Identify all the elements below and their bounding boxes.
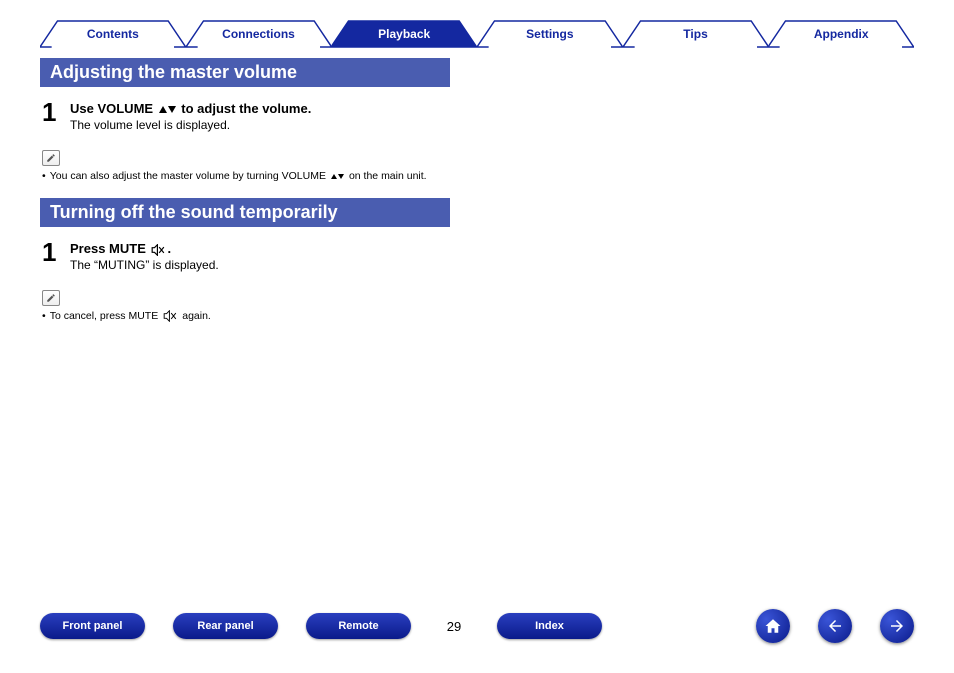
step-description: The “MUTING” is displayed. <box>70 258 219 272</box>
remote-button[interactable]: Remote <box>306 613 411 639</box>
tab-contents[interactable]: Contents <box>40 20 186 48</box>
tab-label: Contents <box>87 27 139 41</box>
tab-label: Connections <box>222 27 295 41</box>
step-title: Use VOLUME to adjust the volume. <box>70 101 311 116</box>
step-number: 1 <box>42 99 60 132</box>
note-post: again. <box>182 310 211 322</box>
step-title: Press MUTE . <box>70 241 219 256</box>
tab-playback[interactable]: Playback <box>331 20 477 48</box>
section-heading-volume: Adjusting the master volume <box>40 58 450 87</box>
note-pre: To cancel, press MUTE <box>42 310 158 322</box>
tab-label: Playback <box>378 27 430 41</box>
note-line-mute: To cancel, press MUTE again. <box>42 310 914 322</box>
step-description: The volume level is displayed. <box>70 118 311 132</box>
volume-up-down-icon <box>331 174 344 179</box>
tab-connections[interactable]: Connections <box>186 20 332 48</box>
step-title-post: to adjust the volume. <box>178 101 312 116</box>
step-title-pre: Use VOLUME <box>70 101 157 116</box>
pencil-note-icon <box>42 150 60 166</box>
tab-label: Appendix <box>814 27 869 41</box>
home-button[interactable] <box>756 609 790 643</box>
mute-icon <box>163 310 177 322</box>
note-pre: You can also adjust the master volume by… <box>42 170 326 182</box>
next-page-button[interactable] <box>880 609 914 643</box>
section-heading-mute: Turning off the sound temporarily <box>40 198 450 227</box>
footer-bar: Front panel Rear panel Remote 29 Index <box>0 609 954 643</box>
note-post: on the main unit. <box>349 170 427 182</box>
pencil-note-icon <box>42 290 60 306</box>
tab-tips[interactable]: Tips <box>623 20 769 48</box>
page-number: 29 <box>439 619 469 634</box>
step-title-post: . <box>167 241 171 256</box>
top-tabs: Contents Connections Playback Settings T… <box>40 20 914 48</box>
prev-page-button[interactable] <box>818 609 852 643</box>
tab-settings[interactable]: Settings <box>477 20 623 48</box>
volume-up-down-icon <box>159 106 176 113</box>
step-1-volume: 1 Use VOLUME to adjust the volume. The v… <box>42 99 914 132</box>
step-1-mute: 1 Press MUTE . The “MUTING” is displayed… <box>42 239 914 272</box>
index-button[interactable]: Index <box>497 613 602 639</box>
note-line-volume: You can also adjust the master volume by… <box>42 170 914 182</box>
step-title-pre: Press MUTE <box>70 241 149 256</box>
tab-label: Settings <box>526 27 573 41</box>
front-panel-button[interactable]: Front panel <box>40 613 145 639</box>
mute-icon <box>151 244 165 256</box>
tab-appendix[interactable]: Appendix <box>768 20 914 48</box>
step-number: 1 <box>42 239 60 272</box>
rear-panel-button[interactable]: Rear panel <box>173 613 278 639</box>
tab-label: Tips <box>683 27 707 41</box>
